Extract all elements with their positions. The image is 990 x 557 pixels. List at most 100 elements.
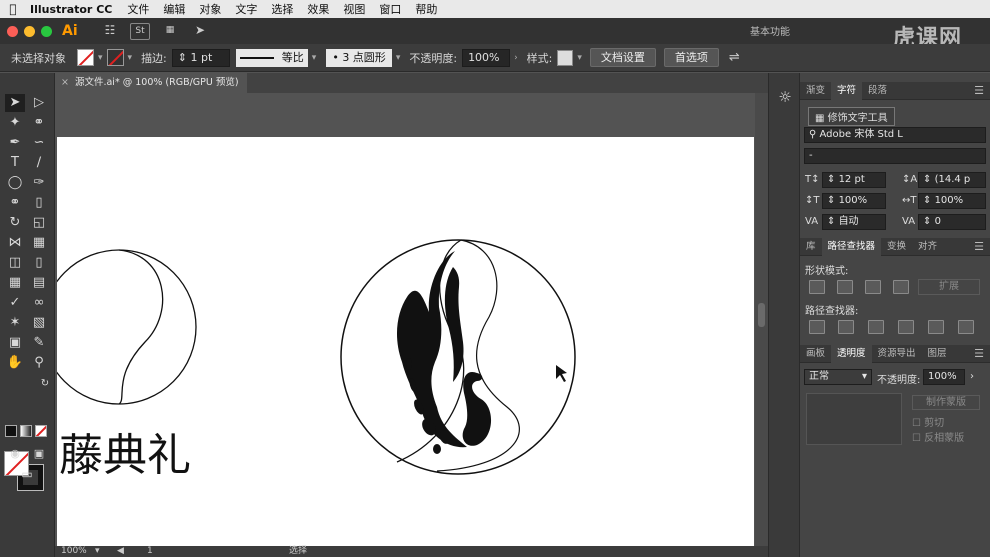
eyedropper-tool-icon[interactable]: ✓ [5, 294, 25, 312]
chevron-down-icon[interactable]: ▾ [577, 53, 582, 63]
exclude-button[interactable] [893, 280, 909, 294]
merge-button[interactable] [868, 320, 884, 334]
outline-button[interactable] [928, 320, 944, 334]
none-mode-icon[interactable] [35, 425, 47, 437]
horizontal-scale-field[interactable]: ⇕ 100% [918, 193, 986, 209]
curvature-tool-icon[interactable]: ∽ [29, 134, 49, 152]
invert-mask-checkbox[interactable]: ☐ 反相蒙版 [912, 429, 964, 444]
vertical-scale-field[interactable]: ⇕ 100% [822, 193, 886, 209]
color-mode-icon[interactable] [5, 425, 17, 437]
ellipse-tool-icon[interactable]: ◯ [5, 174, 25, 192]
opacity-mask-thumbnail[interactable] [806, 393, 902, 445]
scale-tool-icon[interactable]: ◱ [29, 214, 49, 232]
document-setup-button[interactable]: 文档设置 [589, 48, 656, 67]
symbol-sprayer-tool-icon[interactable]: ✶ [5, 314, 25, 332]
app-menu[interactable]: Illustrator CC [26, 3, 120, 16]
shape-builder-tool-icon[interactable]: ◫ [5, 254, 25, 272]
magic-wand-tool-icon[interactable]: ✦ [5, 114, 25, 132]
zoom-tool-icon[interactable]: ⚲ [29, 354, 49, 372]
font-size-field[interactable]: ⇕ 12 pt [822, 172, 886, 188]
chevron-right-icon[interactable]: › [970, 371, 974, 382]
make-mask-button[interactable]: 制作蒙版 [912, 395, 980, 410]
tab-pathfinder[interactable]: 路径查找器 [821, 237, 882, 256]
tab-gradient[interactable]: 渐变 [800, 82, 831, 100]
title-text[interactable]: 藤典礼 [59, 430, 191, 481]
touch-type-tool-button[interactable]: ▦ 修饰文字工具 [808, 107, 895, 126]
menu-type[interactable]: 文字 [228, 1, 264, 17]
blend-tool-icon[interactable]: ∞ [29, 294, 49, 312]
workspace-switcher[interactable]: 基本功能 [750, 23, 790, 38]
menu-edit[interactable]: 编辑 [156, 1, 192, 17]
yin-yang-outline-left[interactable] [57, 249, 197, 405]
yin-yang-logo[interactable] [340, 239, 576, 475]
panel-menu-icon[interactable]: ☰ [974, 347, 984, 360]
line-tool-icon[interactable]: ∕ [29, 154, 49, 172]
menu-window[interactable]: 窗口 [372, 1, 408, 17]
artboard-tool-icon[interactable]: ▣ [5, 334, 25, 352]
tab-transform[interactable]: 变换 [881, 238, 912, 256]
close-window-button[interactable] [7, 25, 18, 37]
mesh-tool-icon[interactable]: ▦ [5, 274, 25, 292]
trim-button[interactable] [838, 320, 854, 334]
direct-selection-tool-icon[interactable]: ▷ [29, 94, 49, 112]
unite-button[interactable] [809, 280, 825, 294]
swap-fill-stroke-icon[interactable]: ↻ [35, 375, 55, 393]
blend-mode-select[interactable]: 正常 ▾ [804, 369, 872, 385]
draw-inside-icon[interactable]: ▣ [29, 445, 49, 463]
artboard-nav-prev-icon[interactable]: ◀ [117, 546, 124, 557]
send-icon[interactable]: ➤ [190, 23, 210, 40]
variable-width-profile[interactable]: 等比 [235, 48, 308, 67]
lasso-tool-icon[interactable]: ⚭ [29, 114, 49, 132]
width-tool-icon[interactable]: ⋈ [5, 234, 25, 252]
intersect-button[interactable] [865, 280, 881, 294]
tab-align[interactable]: 对齐 [912, 238, 943, 256]
chevron-down-icon[interactable]: ▾ [128, 53, 133, 63]
kerning-field[interactable]: ⇕ 自动 [822, 214, 886, 230]
tab-libraries[interactable]: 库 [800, 238, 822, 256]
chevron-down-icon[interactable]: ▾ [312, 53, 317, 63]
minus-back-button[interactable] [958, 320, 974, 334]
chevron-down-icon[interactable]: ▾ [98, 53, 103, 63]
vertical-scrollbar[interactable] [755, 93, 768, 546]
slice-tool-icon[interactable]: ✎ [29, 334, 49, 352]
divide-button[interactable] [809, 320, 825, 334]
rotate-tool-icon[interactable]: ↻ [5, 214, 25, 232]
tab-transparency[interactable]: 透明度 [831, 344, 872, 363]
chevron-down-icon[interactable]: ▾ [396, 53, 401, 63]
minus-front-button[interactable] [837, 280, 853, 294]
scrollbar-thumb[interactable] [758, 303, 765, 327]
stroke-weight-field[interactable]: ⇕ 1 pt [171, 48, 230, 67]
apple-icon[interactable]:  [0, 2, 26, 16]
tab-character[interactable]: 字符 [831, 81, 863, 100]
arrange-icon[interactable]: ⇌ [729, 50, 740, 65]
close-icon[interactable]: × [61, 77, 69, 88]
artboard-number[interactable]: 1 [147, 546, 153, 557]
stock-button[interactable]: St [130, 22, 150, 40]
brush-definition[interactable]: • 3 点圆形 [326, 48, 392, 67]
canvas-area[interactable]: 藤典礼 [55, 93, 768, 546]
bridge-icon[interactable]: ☷ [100, 23, 120, 40]
menu-select[interactable]: 选择 [264, 1, 300, 17]
gradient-mode-icon[interactable] [20, 425, 32, 437]
menu-help[interactable]: 帮助 [408, 1, 444, 17]
panel-menu-icon[interactable]: ☰ [974, 84, 984, 97]
leading-field[interactable]: ⇕ (14.4 p [918, 172, 986, 188]
font-style-field[interactable]: - [804, 148, 986, 164]
panel-menu-icon[interactable]: ☰ [974, 240, 984, 253]
menu-effect[interactable]: 效果 [300, 1, 336, 17]
shaper-tool-icon[interactable]: ⚭ [5, 194, 25, 212]
crop-button[interactable] [898, 320, 914, 334]
tab-asset-export[interactable]: 资源导出 [872, 345, 922, 363]
style-swatch[interactable] [557, 49, 574, 66]
selection-tool-icon[interactable]: ➤ [5, 94, 25, 112]
draw-mode-icon[interactable]: ◉ [5, 445, 25, 463]
maximize-window-button[interactable] [41, 25, 52, 37]
menu-file[interactable]: 文件 [120, 1, 156, 17]
gradient-tool-icon[interactable]: ▤ [29, 274, 49, 292]
tracking-field[interactable]: ⇕ 0 [918, 214, 986, 230]
font-family-field[interactable]: ⚲ Adobe 宋体 Std L [804, 127, 986, 143]
fill-swatch[interactable] [77, 49, 94, 66]
perspective-grid-tool-icon[interactable]: ▯ [29, 254, 49, 272]
opacity-field[interactable]: 100% [462, 48, 511, 67]
clip-checkbox[interactable]: ☐ 剪切 [912, 414, 944, 429]
